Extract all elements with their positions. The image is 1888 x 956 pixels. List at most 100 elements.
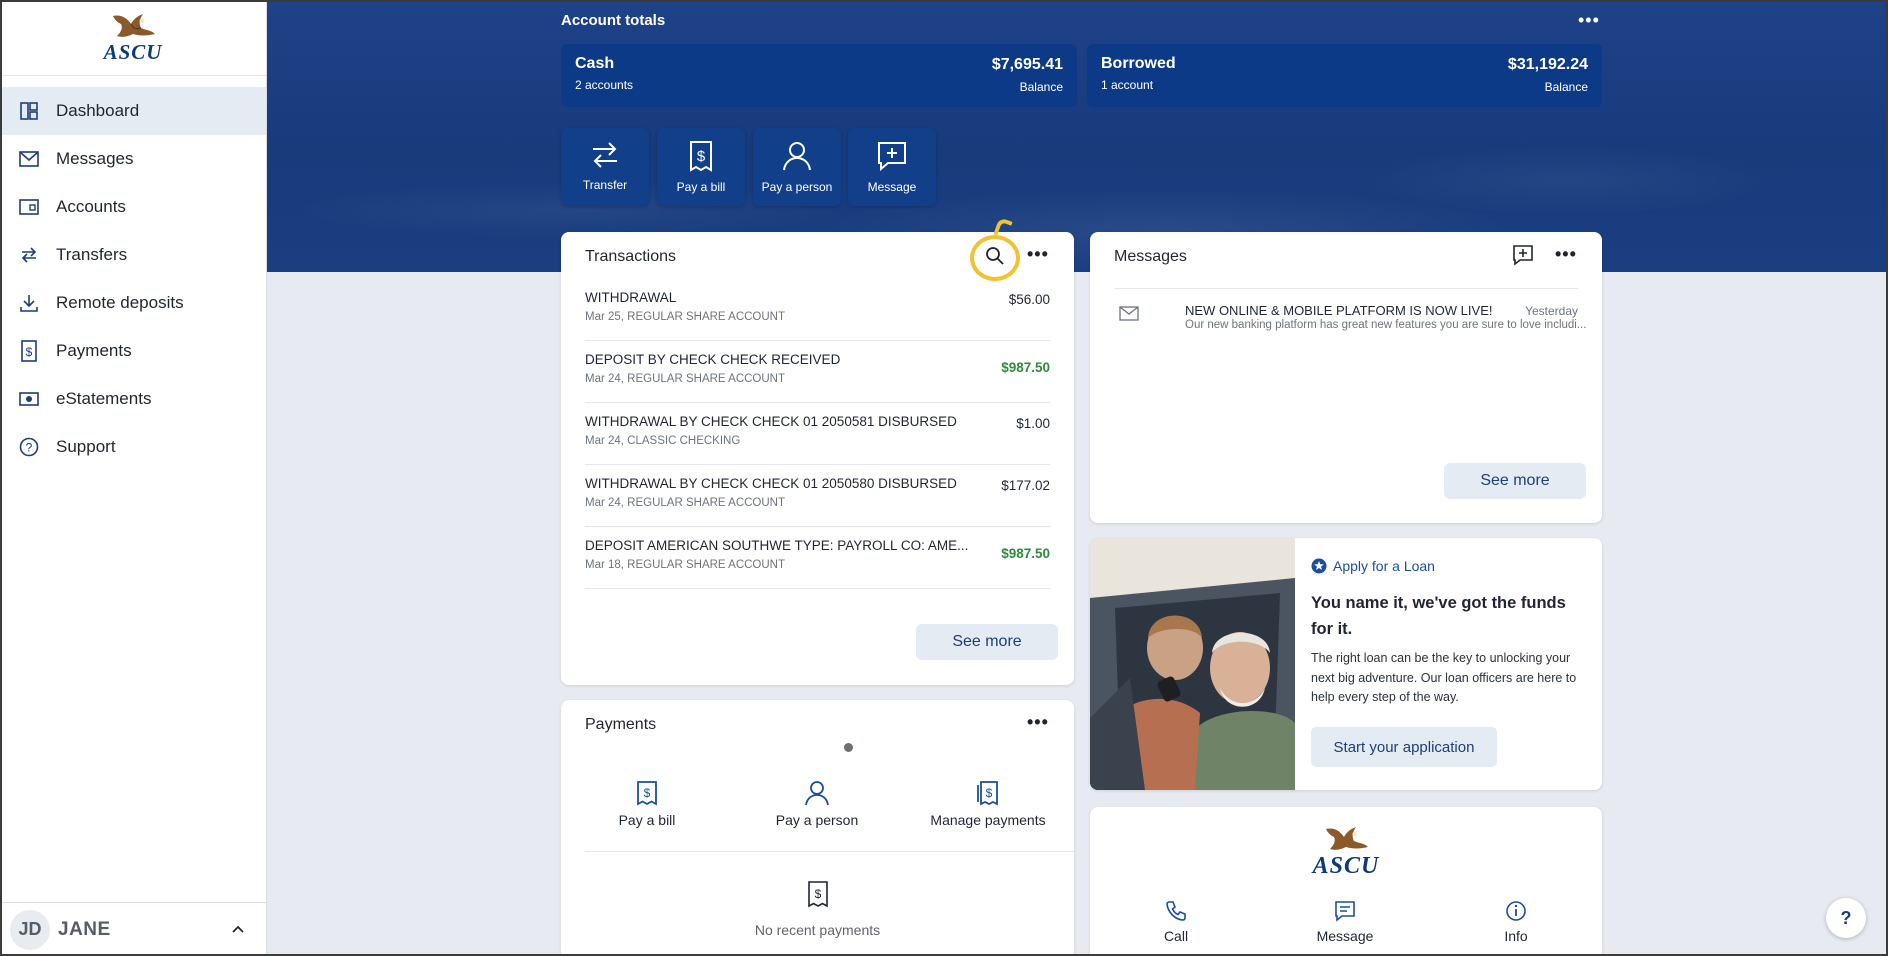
pay-action-label: Pay a person: [775, 812, 859, 828]
account-totals-title: Account totals: [561, 12, 666, 29]
cash-amount: $7,695.41: [991, 56, 1063, 73]
transaction-row[interactable]: DEPOSIT AMERICAN SOUTHWE TYPE: PAYROLL C…: [585, 527, 1050, 589]
transaction-amount: $987.50: [1001, 546, 1050, 561]
pay-action-label: Pay a bill: [618, 812, 676, 828]
quick-action-label: Pay a person: [761, 180, 833, 194]
cash-balance-label: Balance: [1019, 80, 1063, 94]
eagle-icon: [1326, 827, 1368, 850]
promo-body: The right loan can be the key to unlocki…: [1311, 651, 1577, 704]
help-button[interactable]: ?: [1826, 898, 1866, 938]
no-payments-text: No recent payments: [754, 922, 881, 938]
contact-label: Call: [1163, 928, 1189, 944]
message-action[interactable]: Message: [1310, 900, 1380, 944]
pay-bill-action[interactable]: $ Pay a bill: [600, 780, 694, 828]
highlight-annotation: [970, 235, 1020, 281]
bill-icon: $: [807, 881, 828, 908]
transactions-title: Transactions: [585, 248, 676, 265]
info-action[interactable]: Info: [1486, 900, 1546, 944]
transaction-row[interactable]: WITHDRAWAL Mar 25, REGULAR SHARE ACCOUNT…: [585, 279, 1050, 341]
pay-action-label: Manage payments: [930, 812, 1046, 828]
divider: [585, 851, 1074, 852]
loading-dot: [844, 743, 853, 752]
transfer-arrows-icon: [593, 142, 617, 168]
borrowed-balance-label: Balance: [1544, 80, 1588, 94]
pay-person-action[interactable]: Pay a person: [767, 780, 867, 828]
transaction-description: WITHDRAWAL: [585, 290, 677, 305]
transaction-row[interactable]: WITHDRAWAL BY CHECK CHECK 01 2050581 DIS…: [585, 403, 1050, 465]
contact-logo: ASCU: [1090, 823, 1602, 880]
borrowed-account-count: 1 account: [1101, 78, 1154, 92]
star-badge-icon: [1311, 558, 1327, 574]
borrowed-total-card[interactable]: Borrowed 1 account $31,192.24 Balance: [1087, 44, 1602, 107]
cash-total-card[interactable]: Cash 2 accounts $7,695.41 Balance: [561, 44, 1077, 107]
more-options-icon[interactable]: •••: [1555, 244, 1577, 265]
payments-title: Payments: [585, 716, 657, 733]
bill-icon: $: [690, 141, 712, 172]
manage-bills-icon: $: [977, 781, 998, 806]
payments-empty-state: $ No recent payments: [561, 880, 1074, 938]
transaction-meta: Mar 24, REGULAR SHARE ACCOUNT: [585, 497, 786, 509]
person-icon: [805, 781, 829, 806]
quick-pay-person-button[interactable]: Pay a person: [753, 128, 841, 206]
quick-action-label: Message: [867, 180, 917, 194]
start-application-button[interactable]: Start your application: [1311, 727, 1497, 767]
transaction-amount: $56.00: [1008, 292, 1050, 307]
transaction-row[interactable]: DEPOSIT BY CHECK CHECK RECEIVED Mar 24, …: [585, 341, 1050, 403]
promo-headline: You name it, we've got the funds for it.: [1311, 594, 1566, 638]
cash-label: Cash: [575, 55, 615, 72]
contact-logo-text: ASCU: [1312, 853, 1380, 879]
transaction-description: WITHDRAWAL BY CHECK CHECK 01 2050581 DIS…: [585, 414, 957, 429]
transactions-card: Transactions ••• WITHDRAWAL Mar 25, REGU…: [561, 232, 1074, 685]
manage-payments-action[interactable]: $ Manage payments: [925, 780, 1051, 828]
quick-pay-bill-button[interactable]: $ Pay a bill: [657, 128, 745, 206]
person-icon: [783, 142, 811, 171]
message-subject: NEW ONLINE & MOBILE PLATFORM IS NOW LIVE…: [1185, 303, 1493, 318]
messages-title: Messages: [1114, 248, 1187, 265]
svg-text:$: $: [986, 786, 993, 800]
contact-label: Message: [1316, 928, 1374, 944]
apply-loan-label: Apply for a Loan: [1333, 558, 1435, 574]
transaction-amount: $987.50: [1001, 360, 1050, 375]
more-options-icon[interactable]: •••: [1578, 10, 1600, 31]
transaction-description: DEPOSIT AMERICAN SOUTHWE TYPE: PAYROLL C…: [585, 538, 969, 553]
transaction-amount: $177.02: [1001, 478, 1050, 493]
message-date: Yesterday: [1525, 304, 1578, 318]
call-action[interactable]: Call: [1146, 900, 1206, 944]
svg-text:$: $: [697, 148, 706, 165]
message-preview: Our new banking platform has great new f…: [1185, 319, 1587, 331]
more-options-icon[interactable]: •••: [1027, 244, 1049, 265]
transaction-description: WITHDRAWAL BY CHECK CHECK 01 2050580 DIS…: [585, 476, 957, 491]
quick-action-label: Pay a bill: [676, 180, 726, 194]
svg-text:$: $: [814, 887, 821, 901]
transaction-row[interactable]: WITHDRAWAL BY CHECK CHECK 01 2050580 DIS…: [585, 465, 1050, 527]
more-options-icon[interactable]: •••: [1027, 712, 1049, 733]
phone-icon: [1166, 901, 1186, 921]
contact-label: Info: [1504, 928, 1528, 944]
borrowed-amount: $31,192.24: [1507, 56, 1588, 73]
payments-card: Payments ••• $ No recent payments: [561, 700, 1074, 956]
promo-photo: [1090, 538, 1295, 790]
transaction-description: DEPOSIT BY CHECK CHECK RECEIVED: [585, 352, 841, 367]
quick-transfer-button[interactable]: Transfer: [561, 128, 649, 206]
message-list-item[interactable]: NEW ONLINE & MOBILE PLATFORM IS NOW LIVE…: [1114, 288, 1586, 348]
chat-icon: [1335, 901, 1355, 922]
transaction-meta: Mar 18, REGULAR SHARE ACCOUNT: [585, 559, 786, 571]
loan-promo-card: Apply for a Loan You name it, we've got …: [1090, 538, 1602, 790]
bill-icon: $: [637, 781, 657, 806]
apply-loan-link[interactable]: Apply for a Loan: [1311, 558, 1435, 574]
transaction-meta: Mar 25, REGULAR SHARE ACCOUNT: [585, 311, 786, 323]
info-icon: [1506, 901, 1526, 921]
transaction-meta: Mar 24, REGULAR SHARE ACCOUNT: [585, 373, 786, 385]
new-message-icon: [878, 142, 906, 172]
messages-see-more-button[interactable]: See more: [1444, 463, 1586, 499]
transaction-meta: Mar 24, CLASSIC CHECKING: [585, 435, 741, 447]
new-message-icon[interactable]: [1512, 244, 1534, 271]
messages-card: Messages ••• NEW ONLINE & MOBILE PLATFOR…: [1090, 232, 1602, 523]
transaction-amount: $1.00: [1016, 416, 1050, 431]
svg-text:$: $: [644, 786, 651, 800]
transactions-see-more-button[interactable]: See more: [916, 624, 1058, 660]
quick-action-label: Transfer: [582, 178, 628, 192]
cash-account-count: 2 accounts: [575, 78, 634, 92]
envelope-icon: [1119, 306, 1139, 326]
quick-message-button[interactable]: Message: [848, 128, 936, 206]
